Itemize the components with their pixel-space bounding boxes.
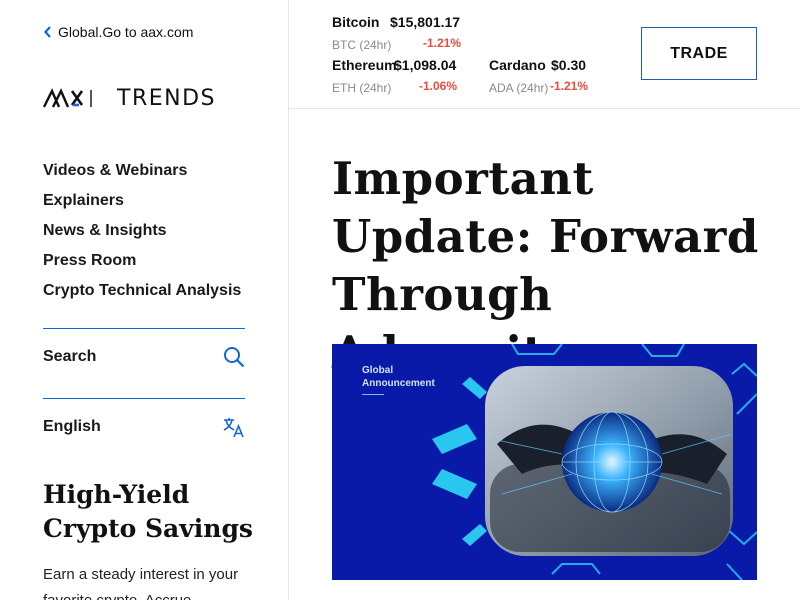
ticker-change: -1.21% <box>550 79 589 93</box>
search-icon[interactable] <box>223 346 245 368</box>
ticker-item-bitcoin[interactable]: Bitcoin $15,801.17 BTC (24hr) -1.21% <box>332 14 461 52</box>
ticker-period: BTC (24hr) <box>332 38 392 52</box>
back-link-label: Global.Go to aax.com <box>58 24 194 40</box>
logo-trends-text: TRENDS <box>117 85 216 111</box>
sidebar: Global.Go to aax.com TRENDS Videos & Web… <box>0 0 289 600</box>
ticker-period: ETH (24hr) <box>332 81 392 95</box>
nav-item-videos-webinars[interactable]: Videos & Webinars <box>43 158 241 188</box>
trade-button[interactable]: TRADE <box>641 27 757 80</box>
ticker-name: Bitcoin <box>332 14 380 30</box>
divider <box>43 328 245 329</box>
ticker-change: -1.21% <box>423 36 462 50</box>
language-label: English <box>43 418 101 435</box>
divider <box>43 398 245 399</box>
nav-item-explainers[interactable]: Explainers <box>43 188 241 218</box>
promo-text: Earn a steady interest in your favorite … <box>43 566 239 600</box>
nav-item-news-insights[interactable]: News & Insights <box>43 218 241 248</box>
search-row[interactable]: Search <box>43 346 245 368</box>
language-row[interactable]: English <box>43 416 245 438</box>
aax-logo-mark <box>43 88 92 108</box>
chevron-left-icon <box>44 26 51 38</box>
sidebar-nav: Videos & Webinars Explainers News & Insi… <box>43 158 241 308</box>
site-logo[interactable]: TRENDS <box>43 85 216 111</box>
translate-icon[interactable] <box>223 416 245 438</box>
ticker-name: Cardano <box>489 57 546 73</box>
ticker-change: -1.06% <box>419 79 458 93</box>
ticker-price: $15,801.17 <box>390 14 461 30</box>
article-banner-image: Global Announcement <box>332 344 757 580</box>
banner-tag: Global Announcement <box>362 365 435 389</box>
ticker-price: $0.30 <box>551 57 587 73</box>
price-ticker: Bitcoin $15,801.17 BTC (24hr) -1.21% Eth… <box>289 0 800 109</box>
ticker-item-ethereum[interactable]: Ethereum $1,098.04 ETH (24hr) -1.06% <box>332 57 457 95</box>
promo-title: High-Yield Crypto Savings <box>43 480 254 543</box>
back-to-global-link[interactable]: Global.Go to aax.com <box>43 24 193 40</box>
nav-item-crypto-technical-analysis[interactable]: Crypto Technical Analysis <box>43 278 241 308</box>
ticker-name: Ethereum <box>332 57 397 73</box>
search-label: Search <box>43 348 97 365</box>
ticker-price: $1,098.04 <box>394 57 457 73</box>
ticker-item-cardano[interactable]: Cardano $0.30 ADA (24hr) -1.21% <box>489 57 588 95</box>
nav-item-press-room[interactable]: Press Room <box>43 248 241 278</box>
banner-tag-underline <box>362 394 384 395</box>
ticker-period: ADA (24hr) <box>489 81 549 95</box>
